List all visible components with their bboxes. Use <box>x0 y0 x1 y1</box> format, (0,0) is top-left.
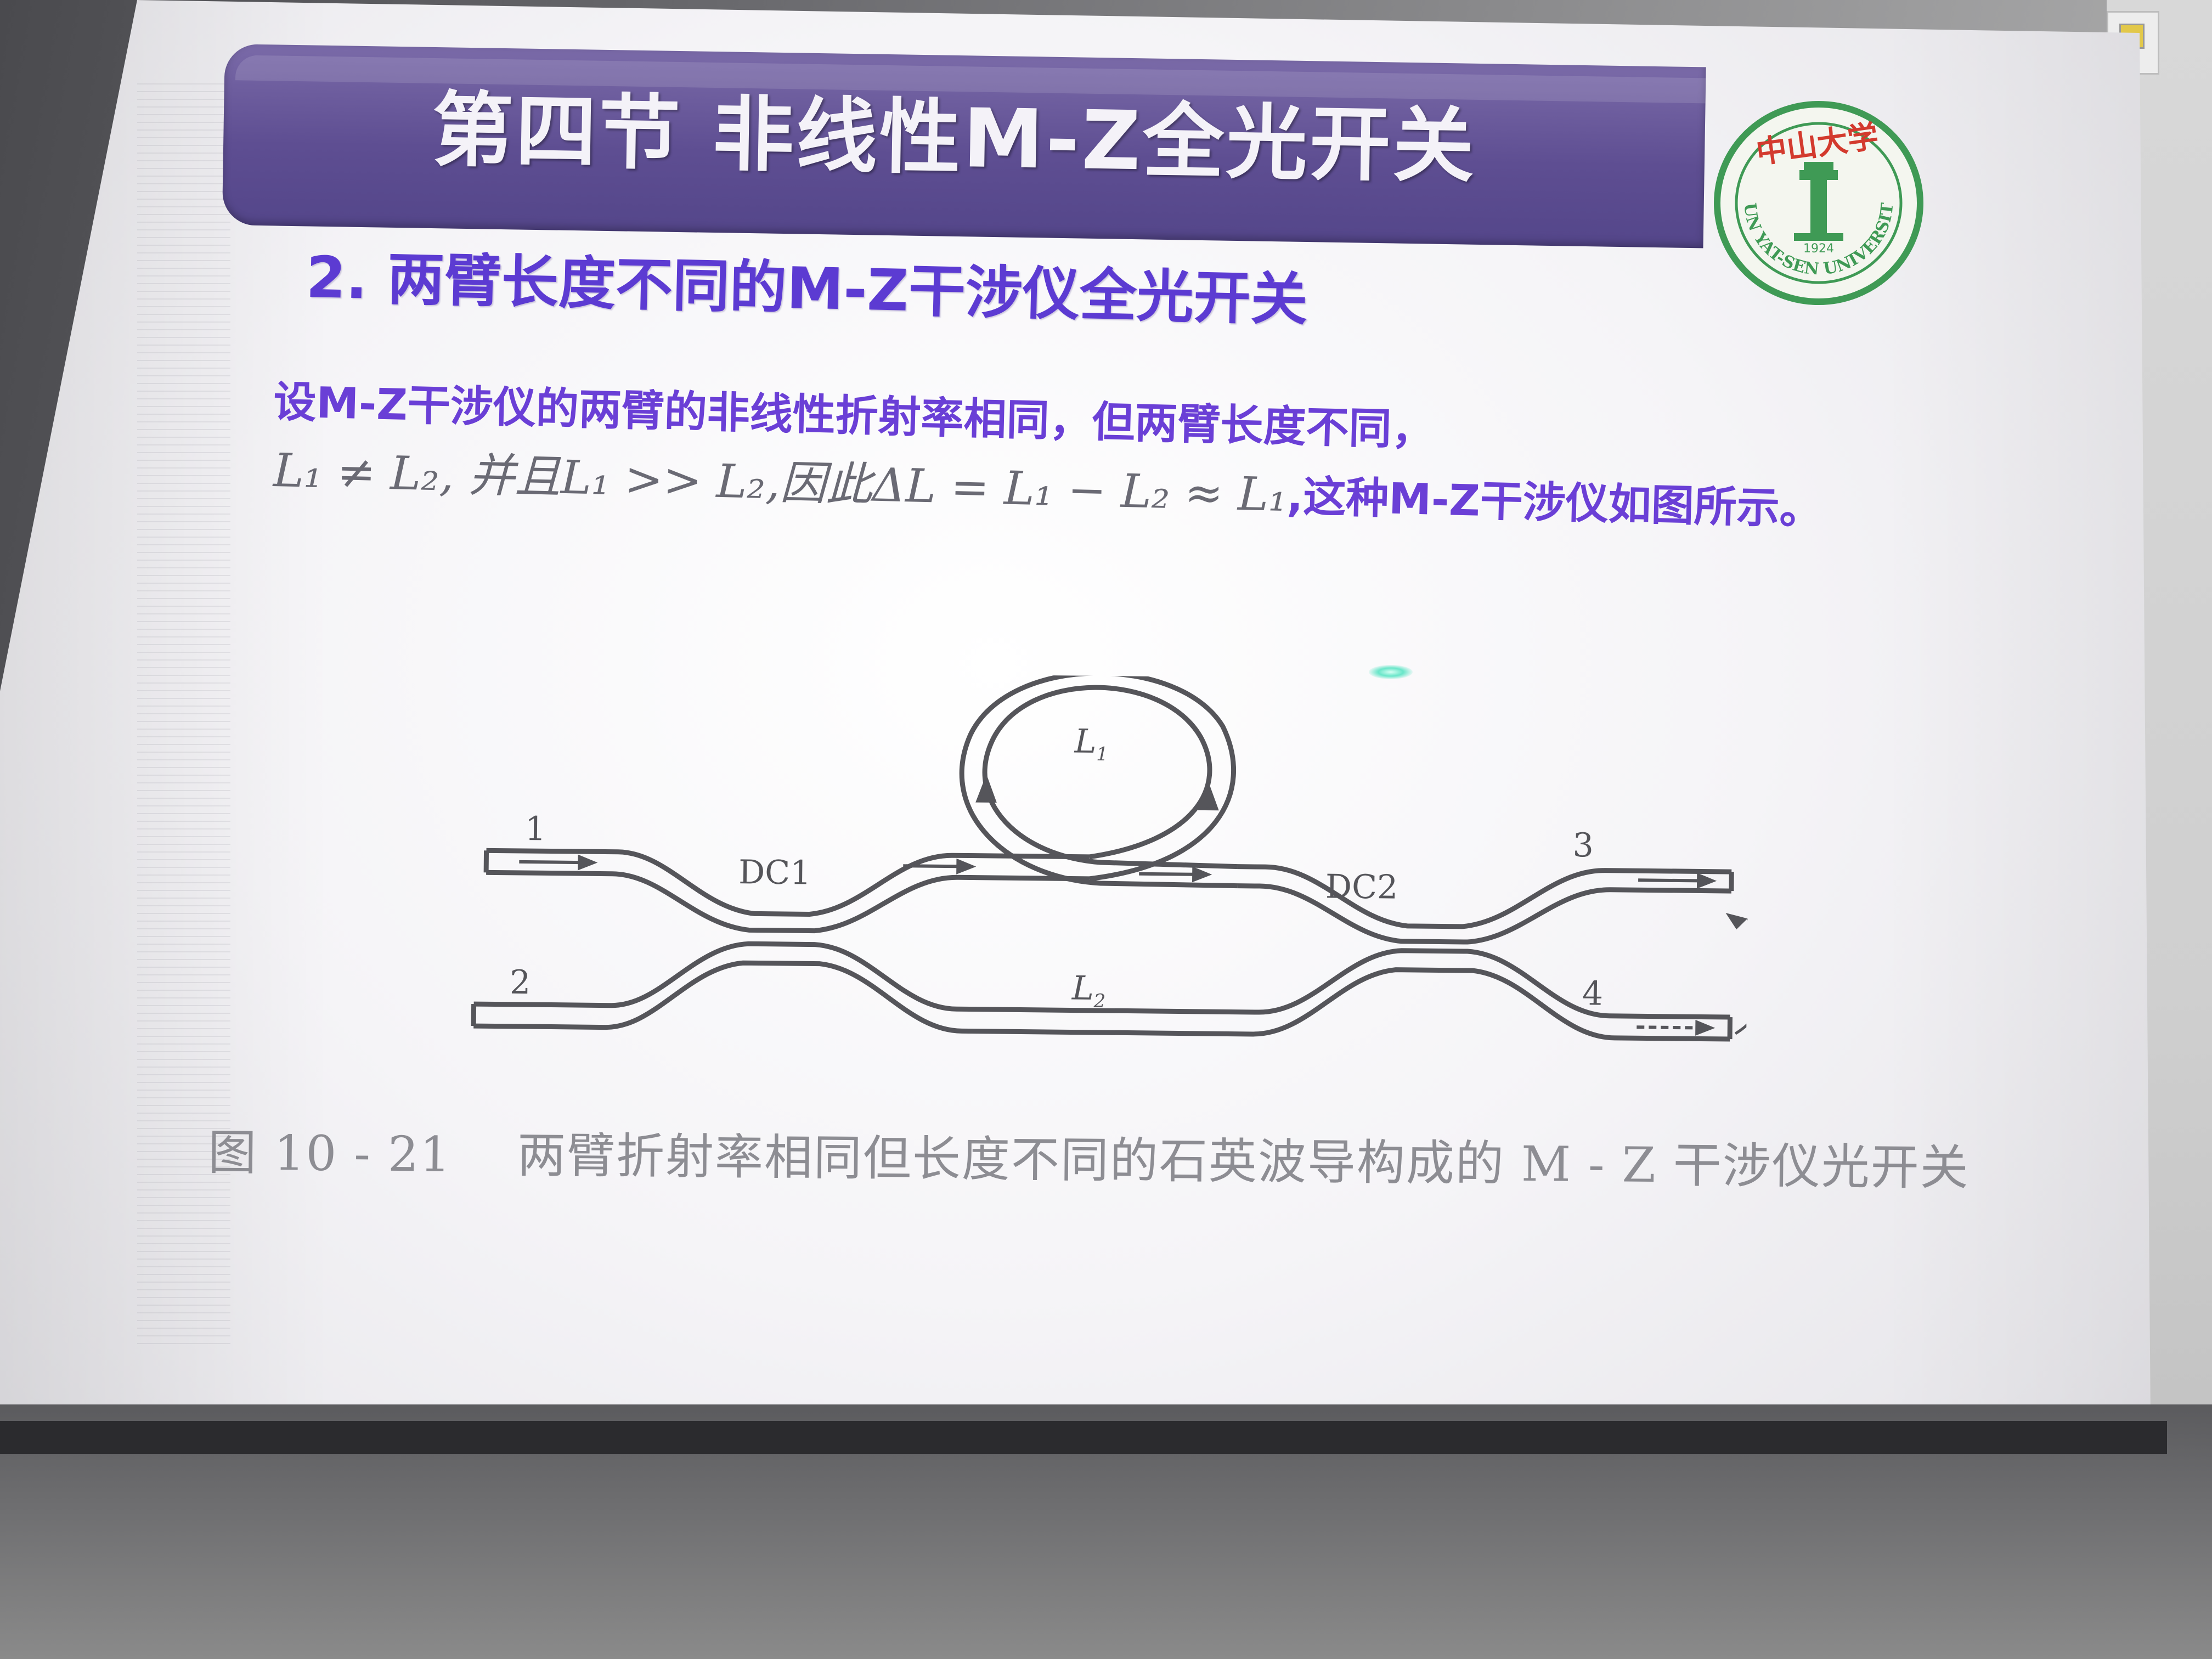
formula-tail-text: ,这种M-Z干涉仪如图所示。 <box>1286 472 1823 534</box>
figure-number: 图 10 - 21 <box>207 1124 452 1183</box>
port-label-1: 1 <box>525 810 546 848</box>
port-label-2: 2 <box>510 963 531 1002</box>
figure-caption-text: 两臂折射率相同但长度不同的石英波导构成的 M - Z 干涉仪光开关 <box>517 1126 1970 1197</box>
coupler-label-dc2: DC2 <box>1325 867 1398 906</box>
mz-interferometer-diagram: 1 2 3 4 DC1 DC2 L1 L2 <box>471 670 1750 1042</box>
title-banner: 第四节 非线性M-Z全光开关 <box>222 44 1706 249</box>
svg-text:1924: 1924 <box>1803 242 1834 256</box>
coupler-label-dc1: DC1 <box>738 853 811 892</box>
university-seal-logo: 中山大学 SUN YAT-SEN UNIVERSITY 1924 <box>1706 93 1923 305</box>
port-label-4: 4 <box>1582 974 1604 1013</box>
arm-label-l1: L1 <box>1074 723 1108 766</box>
page-title: 第四节 非线性M-Z全光开关 <box>431 82 1477 194</box>
laser-pointer-glint <box>1369 665 1413 679</box>
port-label-3: 3 <box>1572 826 1594 865</box>
photo-scene: 第四节 非线性M-Z全光开关 中山大学 SUN YAT-SEN UNIVERSI… <box>0 0 2212 1659</box>
arm-label-l2: L2 <box>1071 969 1106 1012</box>
screen-bottom-bar <box>0 1421 2167 1454</box>
